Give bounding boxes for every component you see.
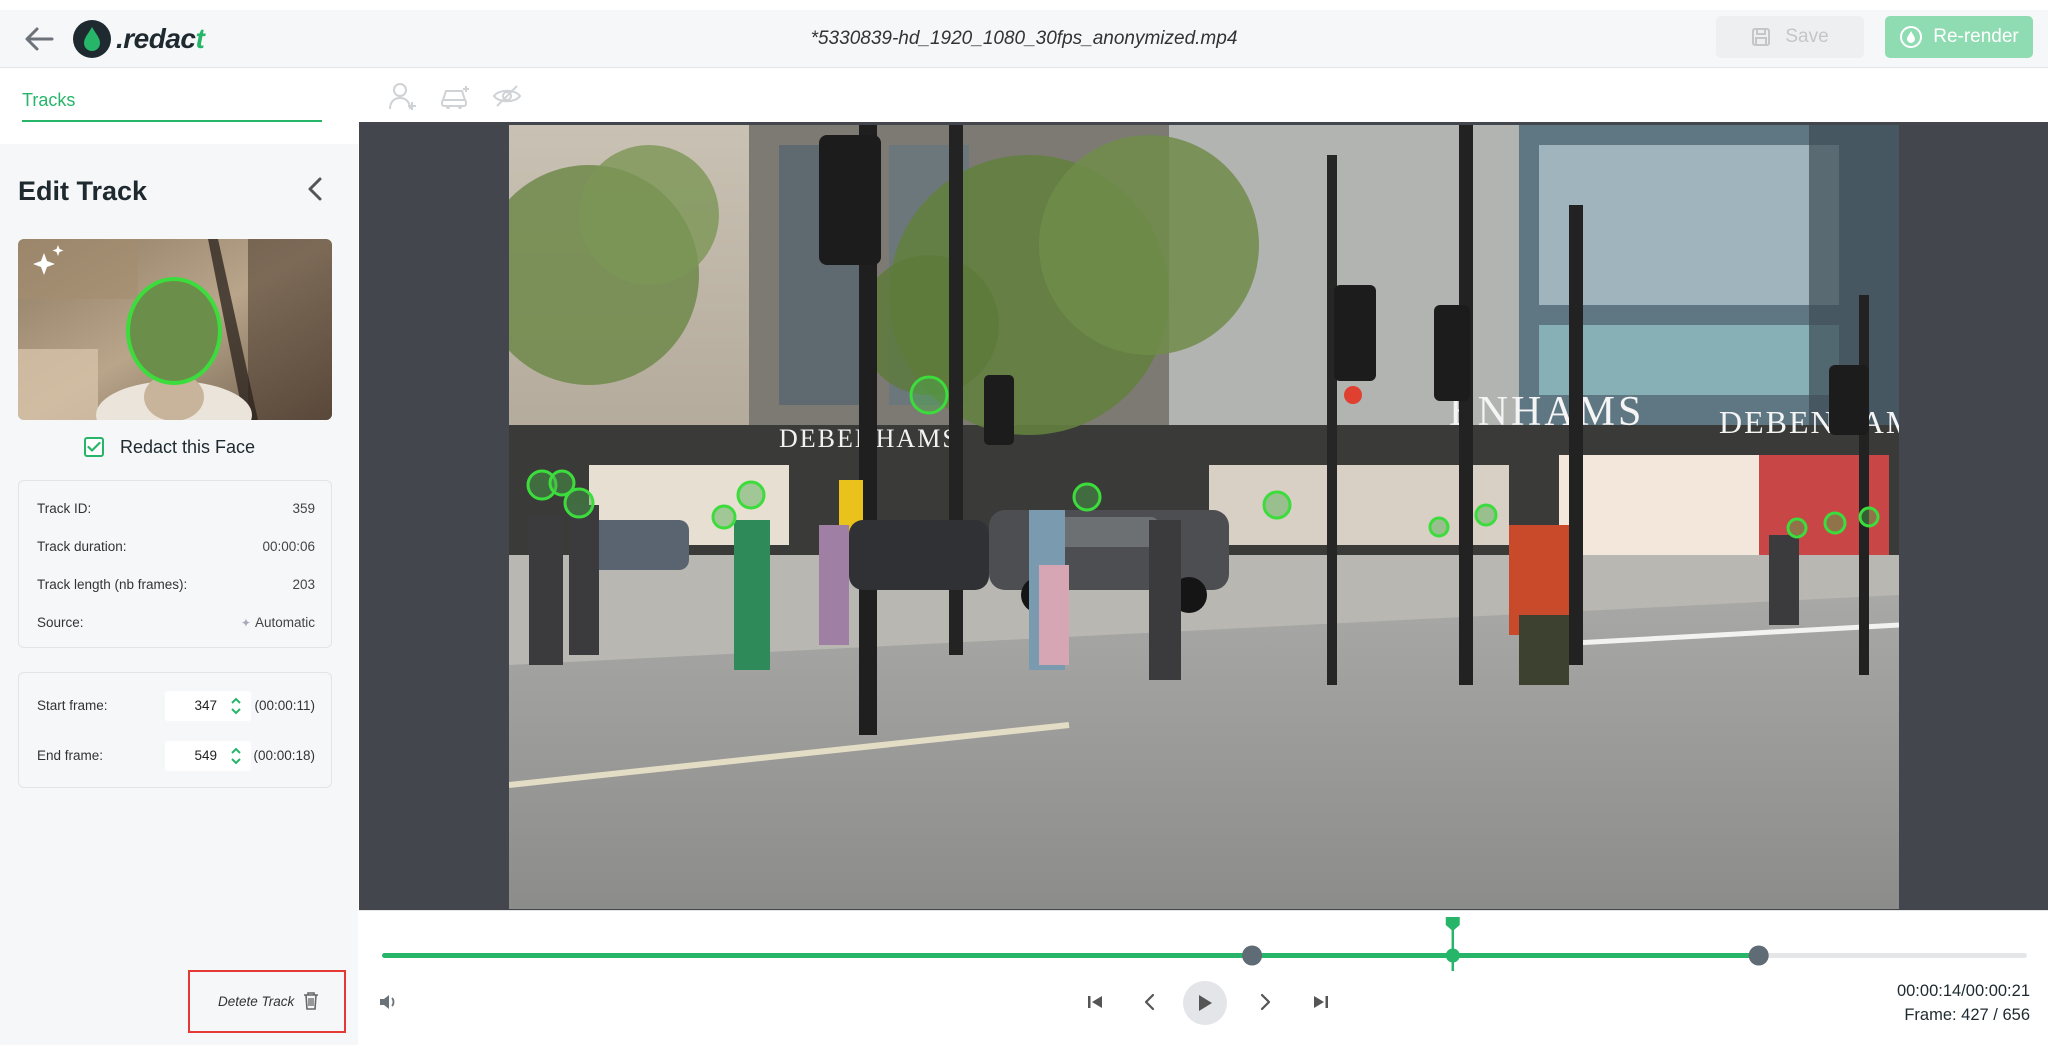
track-length-label: Track length (nb frames): bbox=[37, 577, 188, 592]
left-panel: Tracks Edit Track Redact this Face Track… bbox=[0, 68, 358, 1045]
track-id-row: Track ID: 359 bbox=[37, 501, 315, 521]
track-source-row: Source: ✦ Automatic bbox=[37, 615, 315, 635]
track-end-handle[interactable] bbox=[1748, 945, 1769, 966]
end-frame-stepper[interactable] bbox=[229, 745, 243, 767]
trash-icon bbox=[304, 992, 319, 1010]
time-display: 00:00:14/00:00:21 bbox=[1896, 982, 2030, 1000]
rerender-button[interactable]: Re-render bbox=[1885, 16, 2033, 58]
add-vehicle-icon[interactable] bbox=[439, 80, 471, 112]
player-controls: 00:00:14/00:00:21 Frame: 427 / 656 bbox=[359, 910, 2048, 1045]
redact-face-label: Redact this Face bbox=[120, 436, 256, 457]
edit-track-panel: Edit Track Redact this Face Track ID: 35… bbox=[0, 144, 358, 1045]
play-icon bbox=[1199, 995, 1212, 1011]
sign-debenhams-right: DEBENHAMS bbox=[1719, 404, 1899, 440]
video-area: DEBENHAMS ENHAMS DEBENHAMS bbox=[359, 122, 2048, 910]
track-duration-label: Track duration: bbox=[37, 539, 127, 554]
add-person-icon[interactable] bbox=[387, 80, 419, 112]
timeline-progress bbox=[382, 953, 1759, 958]
end-frame-time: (00:00:18) bbox=[253, 748, 315, 763]
checkmark-icon bbox=[87, 441, 101, 452]
track-info-card: Track ID: 359 Track duration: 00:00:06 T… bbox=[18, 480, 332, 648]
timeline-track[interactable] bbox=[359, 911, 2048, 971]
back-arrow-icon[interactable] bbox=[22, 24, 56, 54]
volume-icon[interactable] bbox=[377, 991, 399, 1013]
skip-to-end-icon[interactable] bbox=[1308, 989, 1334, 1015]
logo-text-green: t bbox=[195, 23, 205, 54]
top-bar: .redact *5330839-hd_1920_1080_30fps_anon… bbox=[0, 10, 2048, 68]
end-frame-label: End frame: bbox=[37, 748, 104, 763]
save-button[interactable]: Save bbox=[1716, 16, 1864, 58]
rerender-label: Re-render bbox=[1933, 26, 2019, 47]
video-frame[interactable]: DEBENHAMS ENHAMS DEBENHAMS bbox=[509, 125, 1899, 909]
skip-to-start-icon[interactable] bbox=[1082, 989, 1108, 1015]
start-frame-row: Start frame: 347 (00:00:11) bbox=[37, 691, 315, 721]
track-source-value: Automatic bbox=[254, 615, 315, 630]
sign-debenhams-center: ENHAMS bbox=[1449, 389, 1644, 435]
rerender-icon bbox=[1900, 26, 1923, 48]
time-readout: 00:00:14/00:00:21 Frame: 427 / 656 bbox=[1897, 979, 2030, 1027]
tab-strip: Tracks bbox=[0, 68, 358, 144]
auto-sparkle-icon: ✦ bbox=[240, 616, 251, 630]
start-frame-time: (00:00:11) bbox=[254, 698, 315, 713]
logo-text-dark: .redac bbox=[116, 23, 196, 54]
tab-tracks-underline bbox=[22, 120, 322, 122]
next-frame-icon[interactable] bbox=[1252, 989, 1278, 1015]
track-length-row: Track length (nb frames): 203 bbox=[37, 577, 315, 597]
track-length-value: 203 bbox=[292, 577, 315, 592]
tool-strip bbox=[359, 68, 2048, 122]
logo-drop-icon bbox=[73, 20, 111, 58]
save-disk-icon bbox=[1752, 28, 1771, 46]
start-frame-stepper[interactable] bbox=[229, 695, 243, 717]
delete-track-button[interactable]: Detete Track bbox=[218, 988, 320, 1014]
track-source-value-wrap: ✦ Automatic bbox=[241, 615, 315, 630]
track-start-handle[interactable] bbox=[1242, 945, 1263, 966]
save-label: Save bbox=[1785, 26, 1829, 47]
redact-face-checkbox[interactable] bbox=[84, 437, 104, 457]
edit-track-title: Edit Track bbox=[18, 176, 148, 206]
track-id-label: Track ID: bbox=[37, 501, 92, 516]
end-frame-row: End frame: 549 (00:00:18) bbox=[37, 741, 315, 771]
frame-display: Frame: 427 / 656 bbox=[1904, 1006, 2030, 1024]
track-duration-row: Track duration: 00:00:06 bbox=[37, 539, 315, 559]
collapse-chevron-left-icon[interactable] bbox=[304, 174, 326, 204]
frame-range-card: Start frame: 347 (00:00:11) End frame: 5… bbox=[18, 672, 332, 788]
playhead[interactable] bbox=[1445, 917, 1460, 971]
app-window: .redact *5330839-hd_1920_1080_30fps_anon… bbox=[0, 0, 2048, 1045]
play-button[interactable] bbox=[1183, 981, 1227, 1025]
logo[interactable]: .redact bbox=[72, 16, 205, 62]
tab-tracks[interactable]: Tracks bbox=[22, 90, 75, 111]
track-duration-value: 00:00:06 bbox=[262, 539, 315, 554]
track-id-value: 359 bbox=[292, 501, 315, 516]
face-thumbnail bbox=[18, 239, 332, 420]
delete-track-label: Detete Track bbox=[218, 993, 295, 1009]
hide-eye-icon[interactable] bbox=[491, 80, 523, 112]
track-source-label: Source: bbox=[37, 615, 84, 630]
start-frame-label: Start frame: bbox=[37, 698, 108, 713]
logo-text: .redact bbox=[116, 23, 205, 55]
redact-face-row[interactable]: Redact this Face bbox=[84, 434, 255, 460]
previous-frame-icon[interactable] bbox=[1137, 989, 1163, 1015]
